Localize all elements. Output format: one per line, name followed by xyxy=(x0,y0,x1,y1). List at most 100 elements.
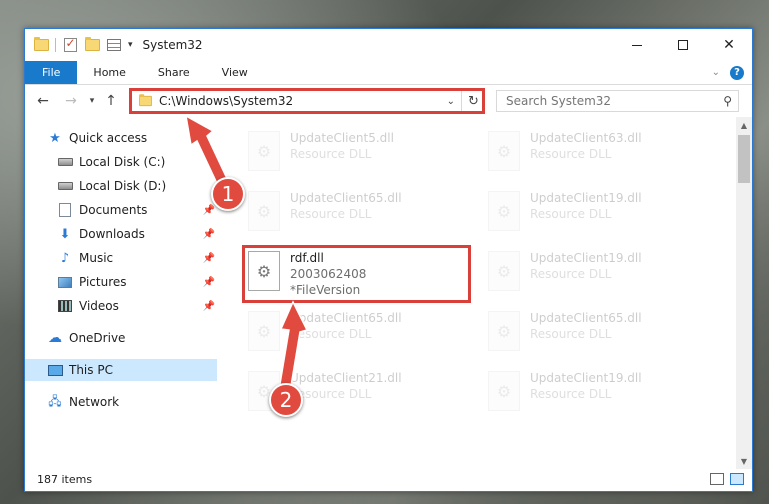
file-name: UpdateClient21.dll xyxy=(290,371,402,385)
sidebar-item-onedrive[interactable]: ☁ OneDrive xyxy=(47,327,215,349)
sidebar-item-network[interactable]: 🖧 Network xyxy=(47,391,215,413)
computer-icon xyxy=(47,362,63,378)
scroll-thumb[interactable] xyxy=(738,135,750,183)
close-icon: ✕ xyxy=(723,37,735,53)
customize-toolbar-dropdown-icon[interactable]: ▾ xyxy=(128,40,133,50)
address-dropdown-icon[interactable]: ⌄ xyxy=(441,96,461,107)
ribbon-tabs: File Home Share View ⌄ ? xyxy=(25,61,752,85)
file-tile[interactable]: ⚙ UpdateClient65.dll Resource DLL xyxy=(482,307,702,355)
film-strip-icon xyxy=(57,298,73,314)
file-name: UpdateClient65.dll xyxy=(290,191,402,205)
pin-icon[interactable]: 📌 xyxy=(203,229,215,240)
music-note-icon: ♪ xyxy=(60,250,70,266)
drive-icon xyxy=(57,154,73,170)
sidebar-item-label: Local Disk (D:) xyxy=(79,179,167,193)
file-tile[interactable]: ⚙ UpdateClient65.dll Resource DLL xyxy=(242,307,462,355)
maximize-icon xyxy=(678,40,688,50)
ribbon-right: ⌄ ? xyxy=(712,61,752,84)
sidebar-item-documents[interactable]: Documents 📌 xyxy=(57,199,215,221)
back-arrow-icon[interactable]: ← xyxy=(33,93,53,109)
dll-file-icon: ⚙ xyxy=(488,191,520,231)
scroll-up-icon[interactable]: ▲ xyxy=(736,117,752,133)
details-view-icon[interactable] xyxy=(710,473,724,485)
file-tile[interactable]: ⚙ UpdateClient65.dll Resource DLL xyxy=(242,187,462,235)
help-icon[interactable]: ? xyxy=(730,65,744,80)
window-controls: ✕ xyxy=(614,29,752,61)
file-type: Resource DLL xyxy=(290,207,372,221)
up-arrow-icon[interactable]: ↑ xyxy=(101,93,121,109)
refresh-button[interactable]: ↻ xyxy=(463,90,485,112)
pin-icon[interactable]: 📌 xyxy=(203,205,215,216)
sidebar-item-this-pc[interactable]: This PC xyxy=(25,359,217,381)
file-name: UpdateClient19.dll xyxy=(530,251,642,265)
file-tile[interactable]: ⚙ UpdateClient19.dll Resource DLL xyxy=(482,367,702,415)
pin-icon[interactable]: 📌 xyxy=(203,277,215,288)
sidebar-item-downloads[interactable]: ⬇ Downloads 📌 xyxy=(57,223,215,245)
tab-file[interactable]: File xyxy=(25,61,78,84)
cloud-icon: ☁ xyxy=(48,330,62,346)
tab-view[interactable]: View xyxy=(206,61,264,84)
pictures-icon xyxy=(57,274,73,290)
sidebar-item-label: Local Disk (C:) xyxy=(79,155,166,169)
tab-share[interactable]: Share xyxy=(142,61,206,84)
sidebar-item-local-disk-c[interactable]: Local Disk (C:) xyxy=(57,151,215,173)
address-bar[interactable]: C:\Windows\System32 ⌄ xyxy=(129,90,462,112)
file-type: Resource DLL xyxy=(290,147,372,161)
file-version: 2003062408 xyxy=(290,267,367,281)
sidebar-item-pictures[interactable]: Pictures 📌 xyxy=(57,271,215,293)
file-type: Resource DLL xyxy=(290,387,372,401)
dll-file-icon: ⚙ xyxy=(488,371,520,411)
tiles-view-icon[interactable] xyxy=(730,473,744,485)
file-type: Resource DLL xyxy=(530,387,612,401)
sidebar-item-label: Downloads xyxy=(79,227,145,241)
file-name: UpdateClient19.dll xyxy=(530,371,642,385)
folder-icon[interactable] xyxy=(33,37,49,53)
file-tile[interactable]: ⚙ UpdateClient19.dll Resource DLL xyxy=(482,247,702,295)
file-type: Resource DLL xyxy=(530,327,612,341)
file-type: Resource DLL xyxy=(530,267,612,281)
file-name: UpdateClient65.dll xyxy=(290,311,402,325)
address-path: C:\Windows\System32 xyxy=(159,94,294,108)
window-title: System32 xyxy=(142,38,203,52)
expand-ribbon-icon[interactable]: ⌄ xyxy=(712,67,720,78)
sidebar-item-videos[interactable]: Videos 📌 xyxy=(57,295,215,317)
dll-file-icon: ⚙ xyxy=(248,191,280,231)
properties-check-icon[interactable] xyxy=(62,36,78,53)
pin-icon[interactable]: 📌 xyxy=(203,253,215,264)
step-2-badge: 2 xyxy=(269,383,303,417)
minimize-button[interactable] xyxy=(614,29,660,61)
view-options-icon[interactable] xyxy=(106,37,122,53)
file-name: rdf.dll xyxy=(290,251,324,265)
file-tile[interactable]: ⚙ UpdateClient63.dll Resource DLL xyxy=(482,127,702,175)
maximize-button[interactable] xyxy=(660,29,706,61)
sidebar-item-local-disk-d[interactable]: Local Disk (D:) xyxy=(57,175,215,197)
new-folder-icon[interactable] xyxy=(84,37,100,53)
minimize-icon xyxy=(632,44,642,46)
status-bar: 187 items xyxy=(25,467,752,491)
download-arrow-icon: ⬇ xyxy=(59,226,71,242)
drive-icon xyxy=(57,178,73,194)
forward-arrow-icon[interactable]: → xyxy=(61,93,81,109)
sidebar-item-music[interactable]: ♪ Music 📌 xyxy=(57,247,215,269)
title-bar: ▾ System32 ✕ xyxy=(25,29,752,61)
pin-icon[interactable]: 📌 xyxy=(203,301,215,312)
sidebar-item-label: Pictures xyxy=(79,275,127,289)
quick-access-toolbar: ▾ xyxy=(33,36,137,53)
sidebar-item-quick-access[interactable]: ★ Quick access xyxy=(47,127,215,149)
file-tile-rdf-dll[interactable]: ⚙ rdf.dll 2003062408 *FileVersion xyxy=(242,247,462,297)
file-name: UpdateClient5.dll xyxy=(290,131,394,145)
file-tile[interactable]: ⚙ UpdateClient5.dll Resource DLL xyxy=(242,127,462,175)
file-tile[interactable]: ⚙ UpdateClient19.dll Resource DLL xyxy=(482,187,702,235)
dll-file-icon: ⚙ xyxy=(248,131,280,171)
sidebar-item-label: Music xyxy=(79,251,114,265)
search-icon[interactable]: ⚲ xyxy=(723,94,732,108)
dll-file-icon: ⚙ xyxy=(488,131,520,171)
recent-locations-icon[interactable]: ▾ xyxy=(85,96,99,106)
close-button[interactable]: ✕ xyxy=(706,29,752,61)
search-box: ⚲ xyxy=(496,90,739,112)
file-type: Resource DLL xyxy=(530,147,612,161)
file-name: UpdateClient65.dll xyxy=(530,311,642,325)
vertical-scrollbar[interactable]: ▲ ▼ xyxy=(736,117,752,469)
tab-home[interactable]: Home xyxy=(77,61,141,84)
search-input[interactable] xyxy=(506,94,706,108)
